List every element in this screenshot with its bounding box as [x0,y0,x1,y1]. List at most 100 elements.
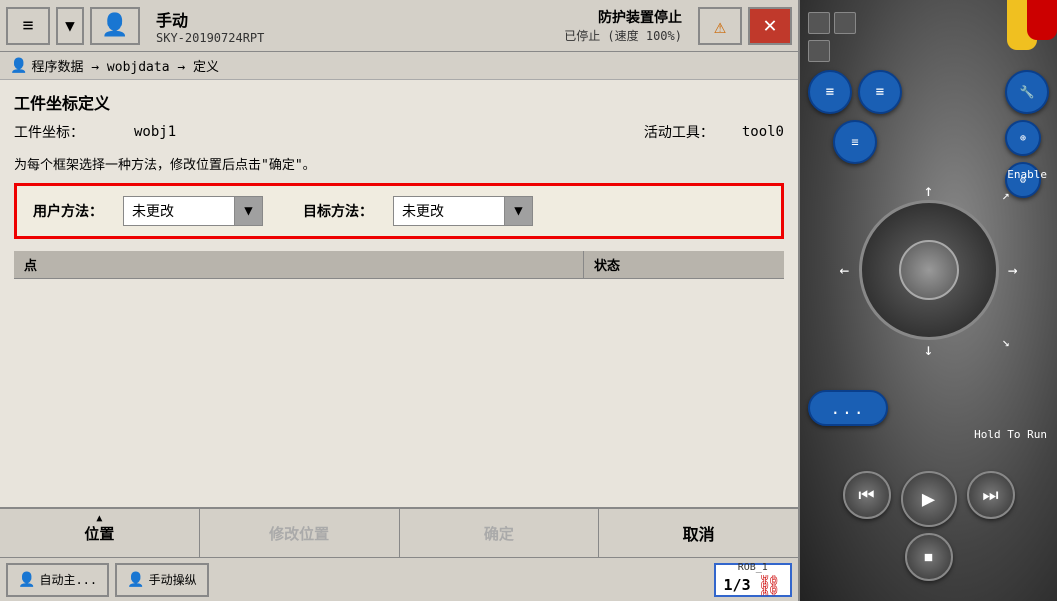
data-table: 点 状态 [14,251,784,497]
skip-back-icon: ⏮ [858,485,874,506]
modify-position-button[interactable]: 修改位置 [200,509,400,557]
blue-btn-1-icon: ≡ [826,84,834,100]
rob-label: ROB_1 [738,562,768,573]
auto-icon: 👤 [18,572,35,588]
info-row: 工件坐标： wobj1 活动工具： tool0 [14,122,784,142]
info-button[interactable]: 👤 [90,7,140,45]
enable-label: Enable [1007,168,1047,181]
dropdown-button[interactable]: ▼ [56,7,84,45]
confirm-button[interactable]: 确定 [400,509,600,557]
blue-btn-3[interactable]: ≡ [833,120,877,164]
dots-button[interactable]: ... [808,390,888,426]
close-icon: ✕ [763,13,776,38]
rob-info-box: ROB_1 1/3 ⛓ [714,563,792,597]
dots-icon: ... [831,399,866,418]
play-icon: ▶ [922,487,935,512]
wobj-label: 工件坐标： [14,122,84,142]
joy-down-arrow: ↓ [924,340,934,359]
manual-label: 手动操纵 [149,571,197,588]
skip-forward-icon: ⏭ [982,485,998,506]
top-decoration [977,0,1057,60]
cancel-button[interactable]: 取消 [599,509,798,557]
user-method-arrow[interactable]: ▼ [234,197,262,225]
chevron-down-icon: ▼ [65,16,75,35]
hold-to-run-label: Hold To Run [974,428,1047,441]
blue-btn-1[interactable]: ≡ [808,70,852,114]
breadcrumb-path: 程序数据 → wobjdata → 定义 [31,56,219,75]
close-button[interactable]: ✕ [748,7,792,45]
joy-right-arrow: → [1008,261,1018,280]
menu-icon: ≡ [23,15,34,36]
status-center: 手动 SKY-20190724RPT [146,5,548,47]
alert-button[interactable]: ⚠ [698,7,742,45]
ctrl-small-btn-1[interactable] [808,12,830,34]
tool-label: 活动工具： [644,122,714,142]
warning-icon: ⚠ [714,14,726,38]
blue-btn-3-icon: ≡ [851,135,858,149]
blue-btn-right-2[interactable]: ⊕ [1005,120,1041,156]
user-method-label: 用户方法： [33,201,103,221]
user-method-value: 未更改 [124,201,234,221]
red-block [1027,0,1057,40]
controller-panel: ≡ ≡ ≡ 🔧 ⊕ ⚙ [800,0,1057,601]
joystick-inner [899,240,959,300]
blue-btn-2-icon: ≡ [876,84,884,100]
mode-label: 手动 [156,7,538,31]
blue-btn-2[interactable]: ≡ [858,70,902,114]
joy-left-arrow: ← [840,261,850,280]
blue-btn-right-2-icon: ⊕ [1020,133,1026,144]
controller-background: ≡ ≡ ≡ 🔧 ⊕ ⚙ [800,0,1057,601]
content-area: 工件坐标定义 工件坐标： wobj1 活动工具： tool0 为每个框架选择一种… [0,80,798,507]
joy-up-arrow: ↑ [924,181,934,200]
target-method-dropdown[interactable]: 未更改 ▼ [393,196,533,226]
table-header: 点 状态 [14,251,784,279]
blue-btn-right-1[interactable]: 🔧 [1005,70,1049,114]
joy-upright-arrow: ↑ [998,188,1014,204]
breadcrumb: 👤 程序数据 → wobjdata → 定义 [0,52,798,80]
protection-status: 防护装置停止 [598,7,682,27]
auto-main-button[interactable]: 👤 自动主... [6,563,109,597]
menu-button[interactable]: ≡ [6,7,50,45]
user-method-dropdown[interactable]: 未更改 ▼ [123,196,263,226]
rob-link-icon: ⛓ [757,573,782,597]
play-button[interactable]: ▶ [901,471,957,527]
bottom-bar: ▲ 位置 修改位置 确定 取消 [0,507,798,557]
transport-controls: ⏮ ▶ ⏭ [808,471,1049,527]
position-button[interactable]: ▲ 位置 [0,509,200,557]
target-method-label: 目标方法： [303,201,373,221]
position-arrow-up: ▲ [96,513,102,524]
confirm-label: 确定 [484,523,514,544]
top-bar: ≡ ▼ 👤 手动 SKY-20190724RPT 防护装置停止 已停止 (速度 … [0,0,798,52]
person-icon: 👤 [101,13,128,38]
col-point: 点 [14,251,584,278]
col-status: 状态 [584,251,784,278]
skip-back-button[interactable]: ⏮ [843,471,891,519]
status-bar: 👤 自动主... 👤 手动操纵 ROB_1 1/3 ⛓ [0,557,798,601]
blue-btn-right-1-icon: 🔧 [1020,85,1035,99]
stop-button[interactable]: ⏹ [905,533,953,581]
joystick[interactable]: ↑ ↓ ← → ↑ ↑ [859,200,999,340]
joy-downright-arrow: ↑ [998,335,1014,351]
status-right: 防护装置停止 已停止 (速度 100%) [554,5,692,46]
manual-control-button[interactable]: 👤 手动操纵 [115,563,208,597]
ctrl-small-btn-3[interactable] [808,40,830,62]
wobj-value: wobj1 [134,124,176,140]
modify-position-label: 修改位置 [269,523,329,544]
skip-forward-button[interactable]: ⏭ [967,471,1015,519]
device-id: SKY-20190724RPT [156,31,538,45]
ctrl-small-btn-2[interactable] [834,12,856,34]
rob-fraction: 1/3 [724,576,751,594]
auto-label: 自动主... [39,571,97,588]
table-body [14,279,784,497]
hint-text: 为每个框架选择一种方法，修改位置后点击"确定"。 [14,154,784,173]
target-method-value: 未更改 [394,201,504,221]
target-method-arrow[interactable]: ▼ [504,197,532,225]
cancel-label: 取消 [683,521,715,545]
status-right-info: ROB_1 1/3 ⛓ [714,563,792,597]
method-selection-box: 用户方法： 未更改 ▼ 目标方法： 未更改 ▼ [14,183,784,239]
tool-value: tool0 [742,124,784,140]
manual-icon: 👤 [127,572,144,588]
position-label: 位置 [84,523,114,544]
breadcrumb-icon: 👤 [10,58,27,74]
page-title: 工件坐标定义 [14,90,784,114]
